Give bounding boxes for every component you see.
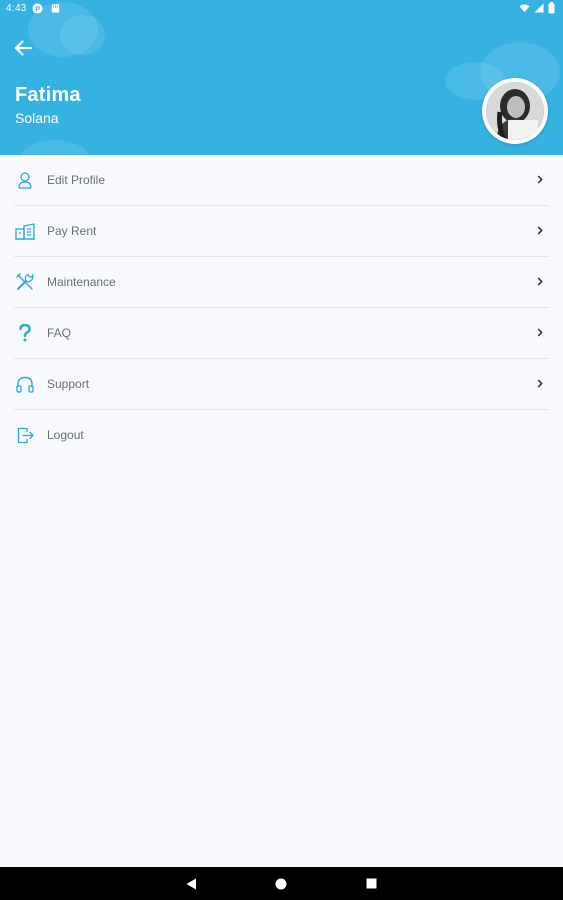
user-name: Fatima bbox=[15, 84, 81, 106]
chevron-right-icon bbox=[537, 277, 543, 286]
menu-item-maintenance[interactable]: Maintenance bbox=[14, 257, 549, 308]
logout-icon bbox=[15, 425, 35, 445]
tools-icon bbox=[15, 272, 35, 292]
wifi-icon bbox=[519, 4, 530, 13]
menu-item-support[interactable]: Support bbox=[14, 359, 549, 410]
avatar-image bbox=[486, 82, 544, 140]
nav-recents-icon bbox=[366, 878, 376, 889]
chevron-right-icon bbox=[537, 379, 543, 388]
battery-icon bbox=[548, 2, 555, 14]
menu-item-label: FAQ bbox=[47, 326, 72, 340]
menu-item-label: Logout bbox=[47, 428, 84, 442]
nav-back-icon bbox=[186, 878, 196, 889]
menu-item-pay-rent[interactable]: Pay Rent bbox=[14, 206, 549, 257]
menu-item-logout[interactable]: Logout bbox=[14, 410, 549, 460]
building-icon bbox=[15, 221, 35, 241]
signal-icon bbox=[534, 3, 544, 13]
avatar[interactable] bbox=[482, 78, 548, 144]
cloud-decoration bbox=[20, 140, 90, 155]
menu-item-label: Pay Rent bbox=[47, 224, 97, 238]
status-indicators bbox=[519, 2, 555, 14]
menu-item-label: Edit Profile bbox=[47, 173, 106, 187]
user-subtitle: Solana bbox=[15, 110, 59, 126]
nav-home-button[interactable] bbox=[261, 867, 301, 900]
menu-item-faq[interactable]: FAQ bbox=[14, 308, 549, 359]
question-icon bbox=[15, 323, 35, 343]
menu-item-label: Support bbox=[47, 377, 90, 391]
svg-text:P: P bbox=[35, 4, 40, 13]
notification-storage-icon bbox=[51, 4, 60, 13]
profile-menu: Edit Profile Pay Rent Maintenance FAQ Su… bbox=[14, 155, 549, 460]
status-bar: 4:43 P bbox=[0, 0, 563, 18]
status-time: 4:43 bbox=[6, 3, 27, 14]
system-nav-bar bbox=[0, 867, 563, 900]
menu-item-label: Maintenance bbox=[47, 275, 116, 289]
headphones-icon bbox=[15, 374, 35, 394]
arrow-left-icon bbox=[14, 40, 33, 56]
menu-item-edit-profile[interactable]: Edit Profile bbox=[14, 155, 549, 206]
profile-header: 4:43 P Fatima Solana bbox=[0, 0, 563, 155]
chevron-right-icon bbox=[537, 175, 543, 184]
back-button[interactable] bbox=[10, 37, 36, 59]
nav-back-button[interactable] bbox=[171, 867, 211, 900]
nav-home-icon bbox=[275, 878, 287, 889]
chevron-right-icon bbox=[537, 328, 543, 337]
cloud-decoration bbox=[60, 15, 105, 55]
chevron-right-icon bbox=[537, 226, 543, 235]
avatar-photo bbox=[486, 82, 544, 140]
user-icon bbox=[15, 170, 35, 190]
nav-recents-button[interactable] bbox=[351, 867, 391, 900]
notification-app-icon: P bbox=[32, 3, 43, 14]
